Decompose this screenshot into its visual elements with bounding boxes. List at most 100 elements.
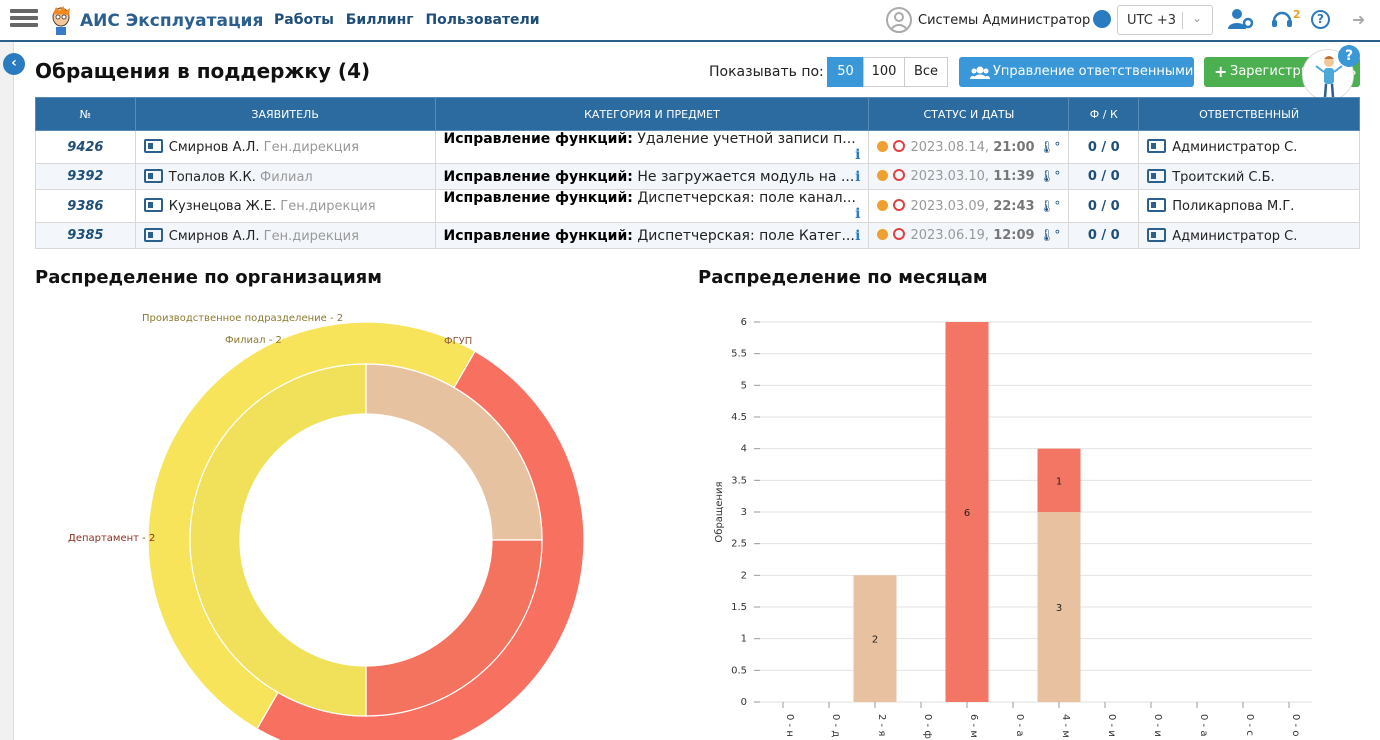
id-card-icon[interactable] (1147, 227, 1167, 242)
col-responsible[interactable]: ОТВЕТСТВЕННЫЙ (1138, 97, 1360, 131)
col-applicant[interactable]: ЗАЯВИТЕЛЬ (134, 97, 436, 131)
y-tick-label: 2.5 (731, 539, 747, 550)
help-icon[interactable]: ? (1311, 10, 1330, 29)
nav-billing[interactable]: Биллинг (346, 12, 414, 28)
time: 11:39 (993, 169, 1035, 184)
responsible-name[interactable]: Поликарпова М.Г. (1172, 199, 1294, 214)
y-tick-label: 0 (741, 697, 747, 708)
info-icon[interactable]: i (855, 147, 860, 163)
category: Исправление функций: (443, 227, 633, 244)
user-settings-icon[interactable] (1228, 8, 1254, 35)
subject-cell[interactable]: Исправление функций: Диспетчерская: поле… (434, 222, 870, 249)
subject-cell[interactable]: Исправление функций: Диспетчерская: поле… (434, 189, 870, 223)
info-icon[interactable]: i (855, 169, 860, 185)
subject-cell[interactable]: Исправление функций: Не загружается моду… (434, 163, 870, 190)
id-card-icon[interactable] (143, 139, 163, 153)
pie-label: ФГУП (444, 336, 472, 347)
responsible-cell: Администратор С. (1138, 130, 1360, 164)
y-tick-label: 4.5 (731, 412, 747, 423)
thermometer-icon[interactable]: 🌡° (1039, 169, 1060, 183)
user-name: Системы Администратор (918, 12, 1091, 28)
applicant-name[interactable]: Смирнов А.Л. (169, 140, 260, 155)
y-tick-label: 1.5 (731, 602, 747, 613)
y-tick-label: 2 (741, 570, 747, 581)
status-dot-icon (877, 140, 889, 152)
y-axis-label: Обращения (714, 481, 725, 542)
id-card-icon[interactable] (1147, 168, 1167, 183)
user-menu[interactable]: Системы Администратор (886, 7, 1090, 33)
nav-works[interactable]: Работы (274, 12, 334, 28)
clock-icon (893, 228, 906, 240)
col-category[interactable]: КАТЕГОРИЯ И ПРЕДМЕТ (434, 97, 870, 131)
col-fk[interactable]: Ф / К (1068, 97, 1140, 131)
support-headset-icon[interactable] (1271, 9, 1293, 36)
request-number[interactable]: 9386 (35, 189, 136, 223)
time: 21:00 (993, 139, 1035, 155)
pie-label: Департамент - 2 (68, 533, 155, 544)
nav-users[interactable]: Пользователи (425, 12, 539, 28)
thermometer-icon[interactable]: 🌡° (1039, 228, 1060, 242)
info-icon[interactable]: i (855, 206, 860, 222)
applicant-name[interactable]: Топалов К.К. (169, 170, 256, 185)
info-icon[interactable]: i (855, 228, 860, 244)
fk-count[interactable]: 0 / 0 (1068, 130, 1140, 164)
y-tick-label: 3 (741, 507, 747, 518)
table-row[interactable]: 9426 Смирнов А.Л. Ген.дирекция Исправление… (35, 130, 1360, 164)
status-cell: 2023.08.14, 21:00 🌡° (868, 130, 1070, 164)
id-card-icon[interactable] (1147, 198, 1167, 212)
x-tick-label: 0 - а (1198, 714, 1209, 736)
request-number[interactable]: 9392 (35, 163, 136, 190)
x-tick-label: 0 - а (1014, 714, 1025, 736)
request-number[interactable]: 9385 (35, 222, 136, 249)
page-size-50[interactable]: 50 (827, 57, 864, 87)
col-number[interactable]: № (35, 97, 136, 131)
assistant-help-icon[interactable]: ? (1338, 45, 1360, 67)
id-card-icon[interactable] (1147, 139, 1167, 153)
status-dot-icon (877, 170, 889, 181)
plus-icon: + (1214, 62, 1228, 81)
table-row[interactable]: 9386 Кузнецова Ж.Е. Ген.дирекция Исправлен… (35, 189, 1360, 223)
status-dot-icon (877, 229, 889, 240)
applicant-cell: Кузнецова Ж.Е. Ген.дирекция (134, 189, 436, 223)
orgs-donut-chart: Производственное подразделение - 2 Филиал… (68, 313, 585, 740)
table-row[interactable]: 9392 Топалов К.К. Филиал Исправление функц… (35, 163, 1360, 190)
responsible-name[interactable]: Администратор С. (1172, 229, 1297, 244)
logo-icon (52, 6, 70, 35)
page-size-all[interactable]: Все (904, 57, 948, 87)
assistant-widget[interactable]: ? (1302, 45, 1360, 101)
id-card-icon[interactable] (143, 168, 163, 183)
thermometer-icon[interactable]: 🌡° (1039, 140, 1060, 154)
responsible-name[interactable]: Администратор С. (1172, 140, 1297, 155)
col-status[interactable]: СТАТУС И ДАТЫ (868, 97, 1070, 131)
responsible-name[interactable]: Троитский С.Б. (1172, 170, 1274, 185)
manage-responsible-button[interactable]: Управление ответственными (959, 57, 1194, 87)
table-row[interactable]: 9385 Смирнов А.Л. Ген.дирекция Исправление… (35, 222, 1360, 249)
logout-icon[interactable]: ➜ (1352, 10, 1365, 29)
time: 22:43 (993, 198, 1035, 214)
globe-icon[interactable] (1093, 10, 1111, 28)
show-by-label: Показывать по: (709, 64, 824, 80)
date: 2023.08.14, (910, 139, 990, 155)
subject-cell[interactable]: Исправление функций: Удаление учетной за… (434, 130, 870, 164)
category: Исправление функций: (443, 190, 633, 207)
request-number[interactable]: 9426 (35, 130, 136, 164)
app-title[interactable]: АИС Эксплуатация (80, 11, 263, 31)
fk-count[interactable]: 0 / 0 (1068, 189, 1140, 223)
applicant-name[interactable]: Смирнов А.Л. (169, 229, 260, 244)
orgs-chart-title: Распределение по организациям (35, 267, 382, 288)
fk-count[interactable]: 0 / 0 (1068, 163, 1140, 190)
x-tick-label: 2 - я (876, 714, 887, 736)
thermometer-icon[interactable]: 🌡° (1039, 199, 1060, 213)
page-size-100[interactable]: 100 (863, 57, 905, 87)
bar-value-label: 3 (1056, 603, 1062, 614)
date: 2023.03.09, (910, 198, 990, 214)
back-arrow-icon[interactable]: ‹ (3, 53, 25, 75)
id-card-icon[interactable] (143, 227, 163, 242)
category: Исправление функций: (443, 131, 633, 148)
clock-icon (893, 139, 906, 152)
menu-icon[interactable] (10, 6, 38, 32)
fk-count[interactable]: 0 / 0 (1068, 222, 1140, 249)
id-card-icon[interactable] (143, 198, 163, 212)
applicant-name[interactable]: Кузнецова Ж.Е. (169, 199, 276, 214)
timezone-select[interactable]: UTC +3 ⌄ (1117, 5, 1213, 35)
